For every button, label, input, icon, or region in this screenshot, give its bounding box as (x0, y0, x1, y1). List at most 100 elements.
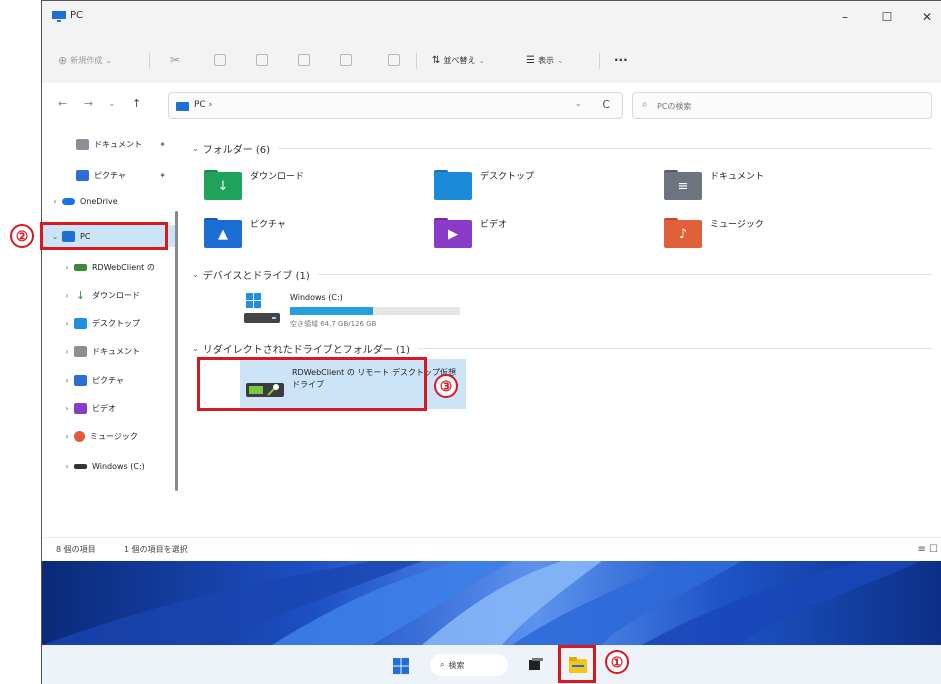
sidebar-scrollbar[interactable] (175, 211, 178, 491)
folder-videos[interactable]: ▶ ビデオ (434, 211, 507, 255)
forward-arrow-icon[interactable]: → (84, 97, 93, 110)
sidebar-item-onedrive[interactable]: › OneDrive (42, 190, 176, 212)
folder-music[interactable]: ♪ ミュージック (664, 211, 764, 255)
recent-dropdown-icon[interactable]: ⌄ (108, 99, 116, 109)
details-view-icon[interactable]: ≡ ☐ (917, 544, 938, 555)
view-label: 表示 (537, 55, 554, 65)
folder-desktop[interactable]: デスクトップ (434, 163, 534, 207)
network-drive-icon (74, 263, 87, 271)
folders-group-header[interactable]: ⌄ フォルダー (6) (192, 141, 932, 156)
folder-label: ダウンロード (250, 172, 305, 182)
devices-group-header[interactable]: ⌄ デバイスとドライブ (1) (192, 267, 932, 282)
rename-button[interactable] (298, 52, 310, 68)
chevron-down-icon: ⌄ (192, 270, 199, 279)
sidebar-item-pictures[interactable]: ピクチャ ✦ (42, 164, 176, 186)
callout-3: ③ (434, 374, 458, 398)
sidebar-item-rdwebclient[interactable]: › RDWebClient の (42, 256, 176, 278)
pc-icon (176, 102, 189, 111)
close-button[interactable]: ✕ (914, 7, 940, 27)
paste-icon (256, 54, 268, 66)
folder-documents[interactable]: ≡ ドキュメント (664, 163, 764, 207)
music-icon (74, 430, 85, 442)
address-row: ← → ⌄ ↑ PC › ⌄ C ⌕ (42, 87, 941, 123)
folder-label: ピクチャ (250, 220, 286, 230)
delete-button[interactable] (388, 52, 400, 68)
folder-label: ミュージック (710, 220, 764, 230)
sidebar-item-videos[interactable]: › ビデオ (42, 397, 176, 419)
command-bar: ⊕ 新規作成 ⌄ ✂ ⇅ 並べ替え ⌄ ☰ 表示 ⌄ ··· (42, 35, 941, 83)
share-icon (340, 54, 352, 66)
sidebar-item-documents-2[interactable]: › ドキュメント (42, 340, 176, 362)
copy-button[interactable] (214, 52, 226, 68)
windows-drive-icon (244, 293, 280, 323)
desktop-folder-icon (434, 170, 472, 200)
sidebar-item-label: ダウンロード (92, 290, 140, 300)
highlight-virtual-drive (197, 357, 427, 411)
sidebar-item-label: デスクトップ (92, 318, 140, 328)
divider (278, 148, 932, 149)
chevron-right-icon: › (65, 375, 69, 385)
callout-1: ① (605, 650, 629, 674)
cut-button[interactable]: ✂ (170, 52, 180, 68)
maximize-button[interactable]: ☐ (874, 7, 900, 27)
share-button[interactable] (340, 52, 352, 68)
highlight-explorer-taskbar (558, 645, 596, 683)
status-bar: 8 個の項目 1 個の項目を選択 ≡ ☐ (42, 537, 941, 561)
chevron-right-icon: › (65, 262, 69, 272)
windows-start-icon[interactable] (393, 658, 409, 674)
sidebar-item-downloads[interactable]: › ↓ ダウンロード (42, 284, 176, 306)
callout-2: ② (10, 224, 34, 248)
more-button[interactable]: ··· (614, 52, 628, 68)
search-box[interactable]: ⌕ (632, 92, 932, 119)
address-bar[interactable]: PC › ⌄ C (168, 92, 623, 119)
divider (416, 53, 417, 69)
sidebar-item-label: ピクチャ (94, 170, 126, 180)
search-icon: ⌕ (440, 660, 445, 669)
folder-label: デスクトップ (480, 172, 535, 182)
sidebar-item-music[interactable]: › ミュージック (42, 425, 176, 447)
view-button[interactable]: ☰ 表示 ⌄ (526, 52, 564, 68)
paste-button[interactable] (256, 52, 268, 68)
sidebar-item-label: RDWebClient の (92, 262, 155, 272)
sort-button[interactable]: ⇅ 並べ替え ⌄ (432, 52, 485, 68)
breadcrumb[interactable]: PC › (194, 100, 212, 110)
pc-icon (52, 11, 66, 22)
sidebar-item-label: ドキュメント (92, 346, 140, 356)
wallpaper-bloom (42, 561, 922, 645)
chevron-down-icon: ⌄ (478, 55, 486, 65)
item-count: 8 個の項目 (56, 545, 96, 554)
explorer-window: PC – ☐ ✕ ⊕ 新規作成 ⌄ ✂ ⇅ 並べ替え ⌄ ☰ 表示 ⌄ ··· (41, 0, 941, 684)
minimize-button[interactable]: – (832, 7, 858, 27)
back-arrow-icon[interactable]: ← (58, 97, 67, 110)
search-input[interactable] (657, 98, 907, 114)
plus-circle-icon: ⊕ (58, 53, 68, 67)
divider (317, 274, 932, 275)
chevron-down-icon: ⌄ (556, 55, 564, 65)
new-label: 新規作成 (70, 55, 103, 65)
redirect-group-header[interactable]: ⌄ リダイレクトされたドライブとフォルダー (1) (192, 341, 932, 356)
refresh-icon[interactable]: C (602, 98, 610, 111)
divider (599, 53, 600, 69)
folder-downloads[interactable]: ↓ ダウンロード (204, 163, 304, 207)
document-icon (76, 138, 89, 150)
trash-icon (388, 54, 400, 66)
sidebar-item-windows-c[interactable]: › Windows (C:) (42, 455, 176, 477)
sidebar-item-desktop[interactable]: › デスクトップ (42, 312, 176, 334)
taskbar-search[interactable]: ⌕ 検索 (430, 654, 508, 676)
pin-icon: ✦ (159, 139, 166, 149)
download-folder-icon: ↓ (204, 170, 242, 200)
chevron-down-icon: ⌄ (192, 144, 199, 153)
copy-icon (214, 54, 226, 66)
up-arrow-icon[interactable]: ↑ (132, 97, 141, 110)
folder-pictures[interactable]: ▲ ピクチャ (204, 211, 286, 255)
drive-windows-c[interactable]: Windows (C:) 空き領域 64.7 GB/126 GB (244, 287, 474, 335)
new-button[interactable]: ⊕ 新規作成 ⌄ (58, 52, 112, 68)
sidebar-item-pictures-2[interactable]: › ピクチャ (42, 369, 176, 391)
chevron-right-icon: › (65, 461, 69, 471)
sidebar-item-documents[interactable]: ドキュメント ✦ (42, 133, 176, 155)
sidebar-item-label: ビデオ (92, 403, 116, 413)
drive-usage-fill (290, 307, 374, 315)
task-view-icon[interactable] (528, 657, 544, 673)
divider (418, 348, 932, 349)
address-dropdown-icon[interactable]: ⌄ (574, 99, 582, 109)
